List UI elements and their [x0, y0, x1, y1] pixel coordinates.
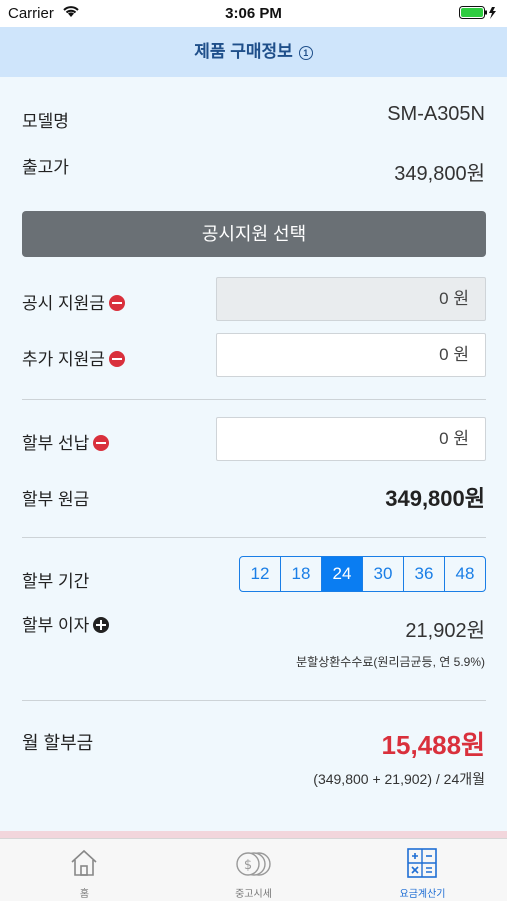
monthly-value: 15,488원 [381, 730, 485, 760]
tab-home-label: 홈 [79, 889, 90, 900]
clock: 3:06 PM [225, 5, 282, 22]
remove-prepay-icon[interactable] [93, 435, 110, 451]
period-option-18[interactable]: 18 [280, 557, 321, 591]
principal-value: 349,800원 [385, 486, 485, 511]
period-label: 할부 기간 [22, 572, 90, 591]
remove-subsidy-icon[interactable] [108, 295, 125, 311]
period-option-12[interactable]: 12 [240, 557, 280, 591]
tab-home[interactable]: 홈 [0, 839, 169, 901]
divider [22, 537, 486, 538]
model-value: SM-A305N [387, 103, 485, 125]
tab-calculator[interactable]: 요금계산기 [338, 839, 507, 901]
tab-used-price-label: 중고시세 [235, 889, 272, 900]
subsidy-select-button[interactable]: 공시지원 선택 [22, 211, 486, 257]
page-title: 제품 구매정보 [194, 42, 293, 61]
interest-label: 할부 이자 [22, 616, 90, 635]
divider [22, 399, 486, 400]
divider [0, 831, 507, 838]
interest-info-icon[interactable] [93, 617, 110, 633]
tab-bar: 홈 $ 중고시세 요금계산기 [0, 838, 507, 901]
divider [22, 700, 486, 701]
principal-label: 할부 원금 [22, 490, 90, 509]
subsidy-input: 0 원 [216, 277, 486, 321]
period-option-24[interactable]: 24 [321, 557, 362, 591]
status-bar: Carrier 3:06 PM [0, 0, 507, 27]
period-selector: 12 18 24 30 36 48 [239, 556, 486, 592]
subsidy-label: 공시 지원금 [22, 294, 105, 313]
calculator-icon [407, 848, 437, 883]
tab-used-price[interactable]: $ 중고시세 [169, 839, 338, 901]
remove-extra-subsidy-icon[interactable] [108, 351, 125, 367]
monthly-formula: (349,800 + 21,902) / 24개월 [313, 771, 485, 787]
battery-icon [459, 6, 499, 24]
prepay-input[interactable]: 0 원 [216, 417, 486, 461]
tab-calculator-label: 요금계산기 [399, 889, 446, 900]
svg-text:$: $ [244, 858, 252, 873]
nav-bar: 제품 구매정보 1 [0, 27, 507, 77]
interest-note: 분할상환수수료(원리금균등, 연 5.9%) [296, 655, 485, 669]
info-icon[interactable]: 1 [298, 45, 313, 60]
home-icon [69, 848, 99, 883]
price-value: 349,800원 [394, 163, 485, 185]
purchase-info-panel: 모델명 SM-A305N 출고가 349,800원 공시지원 선택 공시 지원금… [0, 77, 507, 837]
period-option-36[interactable]: 36 [403, 557, 444, 591]
interest-value: 21,902원 [405, 620, 485, 642]
coins-icon: $ [235, 849, 271, 884]
price-label: 출고가 [22, 158, 69, 177]
model-label: 모델명 [22, 112, 69, 131]
extra-subsidy-label: 추가 지원금 [22, 350, 105, 369]
extra-subsidy-input[interactable]: 0 원 [216, 333, 486, 377]
prepay-label: 할부 선납 [22, 434, 90, 453]
period-option-48[interactable]: 48 [444, 557, 485, 591]
period-option-30[interactable]: 30 [362, 557, 403, 591]
monthly-label: 월 할부금 [22, 733, 94, 753]
